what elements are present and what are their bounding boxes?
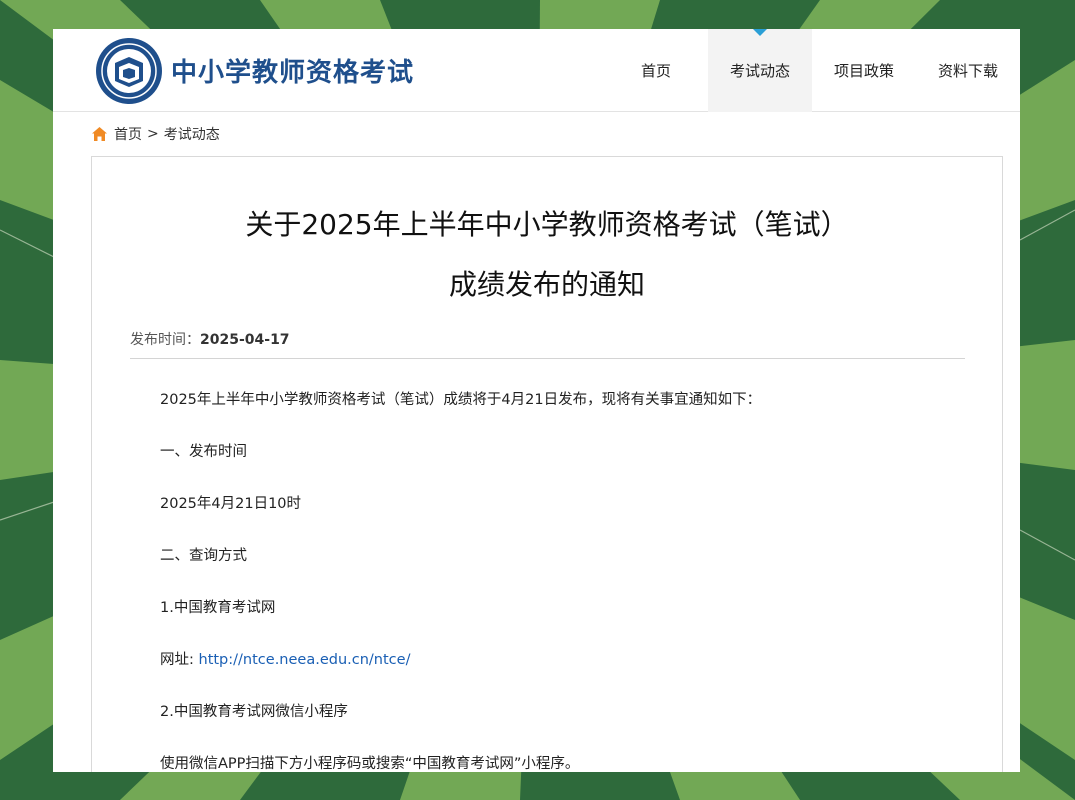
- article-body: 2025年上半年中小学教师资格考试（笔试）成绩将于4月21日发布，现将有关事宜通…: [160, 387, 960, 772]
- main-nav: 首页 考试动态 项目政策 资料下载: [604, 29, 1020, 112]
- breadcrumb-separator: >: [147, 126, 159, 142]
- article-panel: 关于2025年上半年中小学教师资格考试（笔试） 成绩发布的通知 发布时间：202…: [91, 156, 1003, 772]
- site-header: 中小学教师资格考试 首页 考试动态 项目政策 资料下载: [53, 29, 1020, 112]
- nav-item-home[interactable]: 首页: [604, 29, 708, 112]
- browser-page: K K 中小学教师资格考试 首页 考试动态 项目政策 资料下载: [53, 29, 1020, 772]
- nav-item-downloads[interactable]: 资料下载: [916, 29, 1020, 112]
- url-label: 网址:: [160, 652, 199, 668]
- site-title[interactable]: 中小学教师资格考试: [171, 52, 414, 89]
- article-title-line2: 成绩发布的通知: [448, 268, 645, 301]
- article-title-line1: 关于2025年上半年中小学教师资格考试（笔试）: [245, 208, 849, 241]
- nav-item-exam-news[interactable]: 考试动态: [708, 29, 812, 112]
- article-title: 关于2025年上半年中小学教师资格考试（笔试） 成绩发布的通知: [92, 195, 1002, 315]
- breadcrumb-home-link[interactable]: 首页: [114, 124, 142, 144]
- publish-info: 发布时间：2025-04-17: [130, 329, 965, 359]
- nav-item-label: 资料下载: [937, 62, 998, 80]
- publish-date: 2025-04-17: [200, 332, 290, 348]
- ntce-link[interactable]: http://ntce.neea.edu.cn/ntce/: [199, 652, 411, 668]
- article-paragraph: 2.中国教育考试网微信小程序: [160, 704, 348, 720]
- article-paragraph: 网址: http://ntce.neea.edu.cn/ntce/: [160, 647, 960, 699]
- nav-item-label: 项目政策: [833, 62, 894, 80]
- article-paragraph: 2025年4月21日10时: [160, 496, 302, 512]
- article-paragraph: 一、发布时间: [160, 444, 247, 460]
- nav-item-policy[interactable]: 项目政策: [812, 29, 916, 112]
- active-indicator-icon: [753, 29, 767, 36]
- nav-item-label: 考试动态: [729, 62, 790, 80]
- publish-date-label: 发布时间：: [130, 332, 200, 348]
- article-paragraph: 2025年上半年中小学教师资格考试（笔试）成绩将于4月21日发布，现将有关事宜通…: [160, 392, 762, 408]
- breadcrumb: 首页 > 考试动态: [91, 124, 220, 144]
- breadcrumb-current[interactable]: 考试动态: [164, 124, 220, 144]
- article-paragraph: 使用微信APP扫描下方小程序码或搜索“中国教育考试网”小程序。: [160, 756, 580, 772]
- home-icon: [92, 127, 107, 141]
- nav-item-label: 首页: [640, 62, 671, 80]
- exam-seal-icon[interactable]: [95, 37, 163, 105]
- article-paragraph: 1.中国教育考试网: [160, 600, 276, 616]
- article-paragraph: 二、查询方式: [160, 548, 247, 564]
